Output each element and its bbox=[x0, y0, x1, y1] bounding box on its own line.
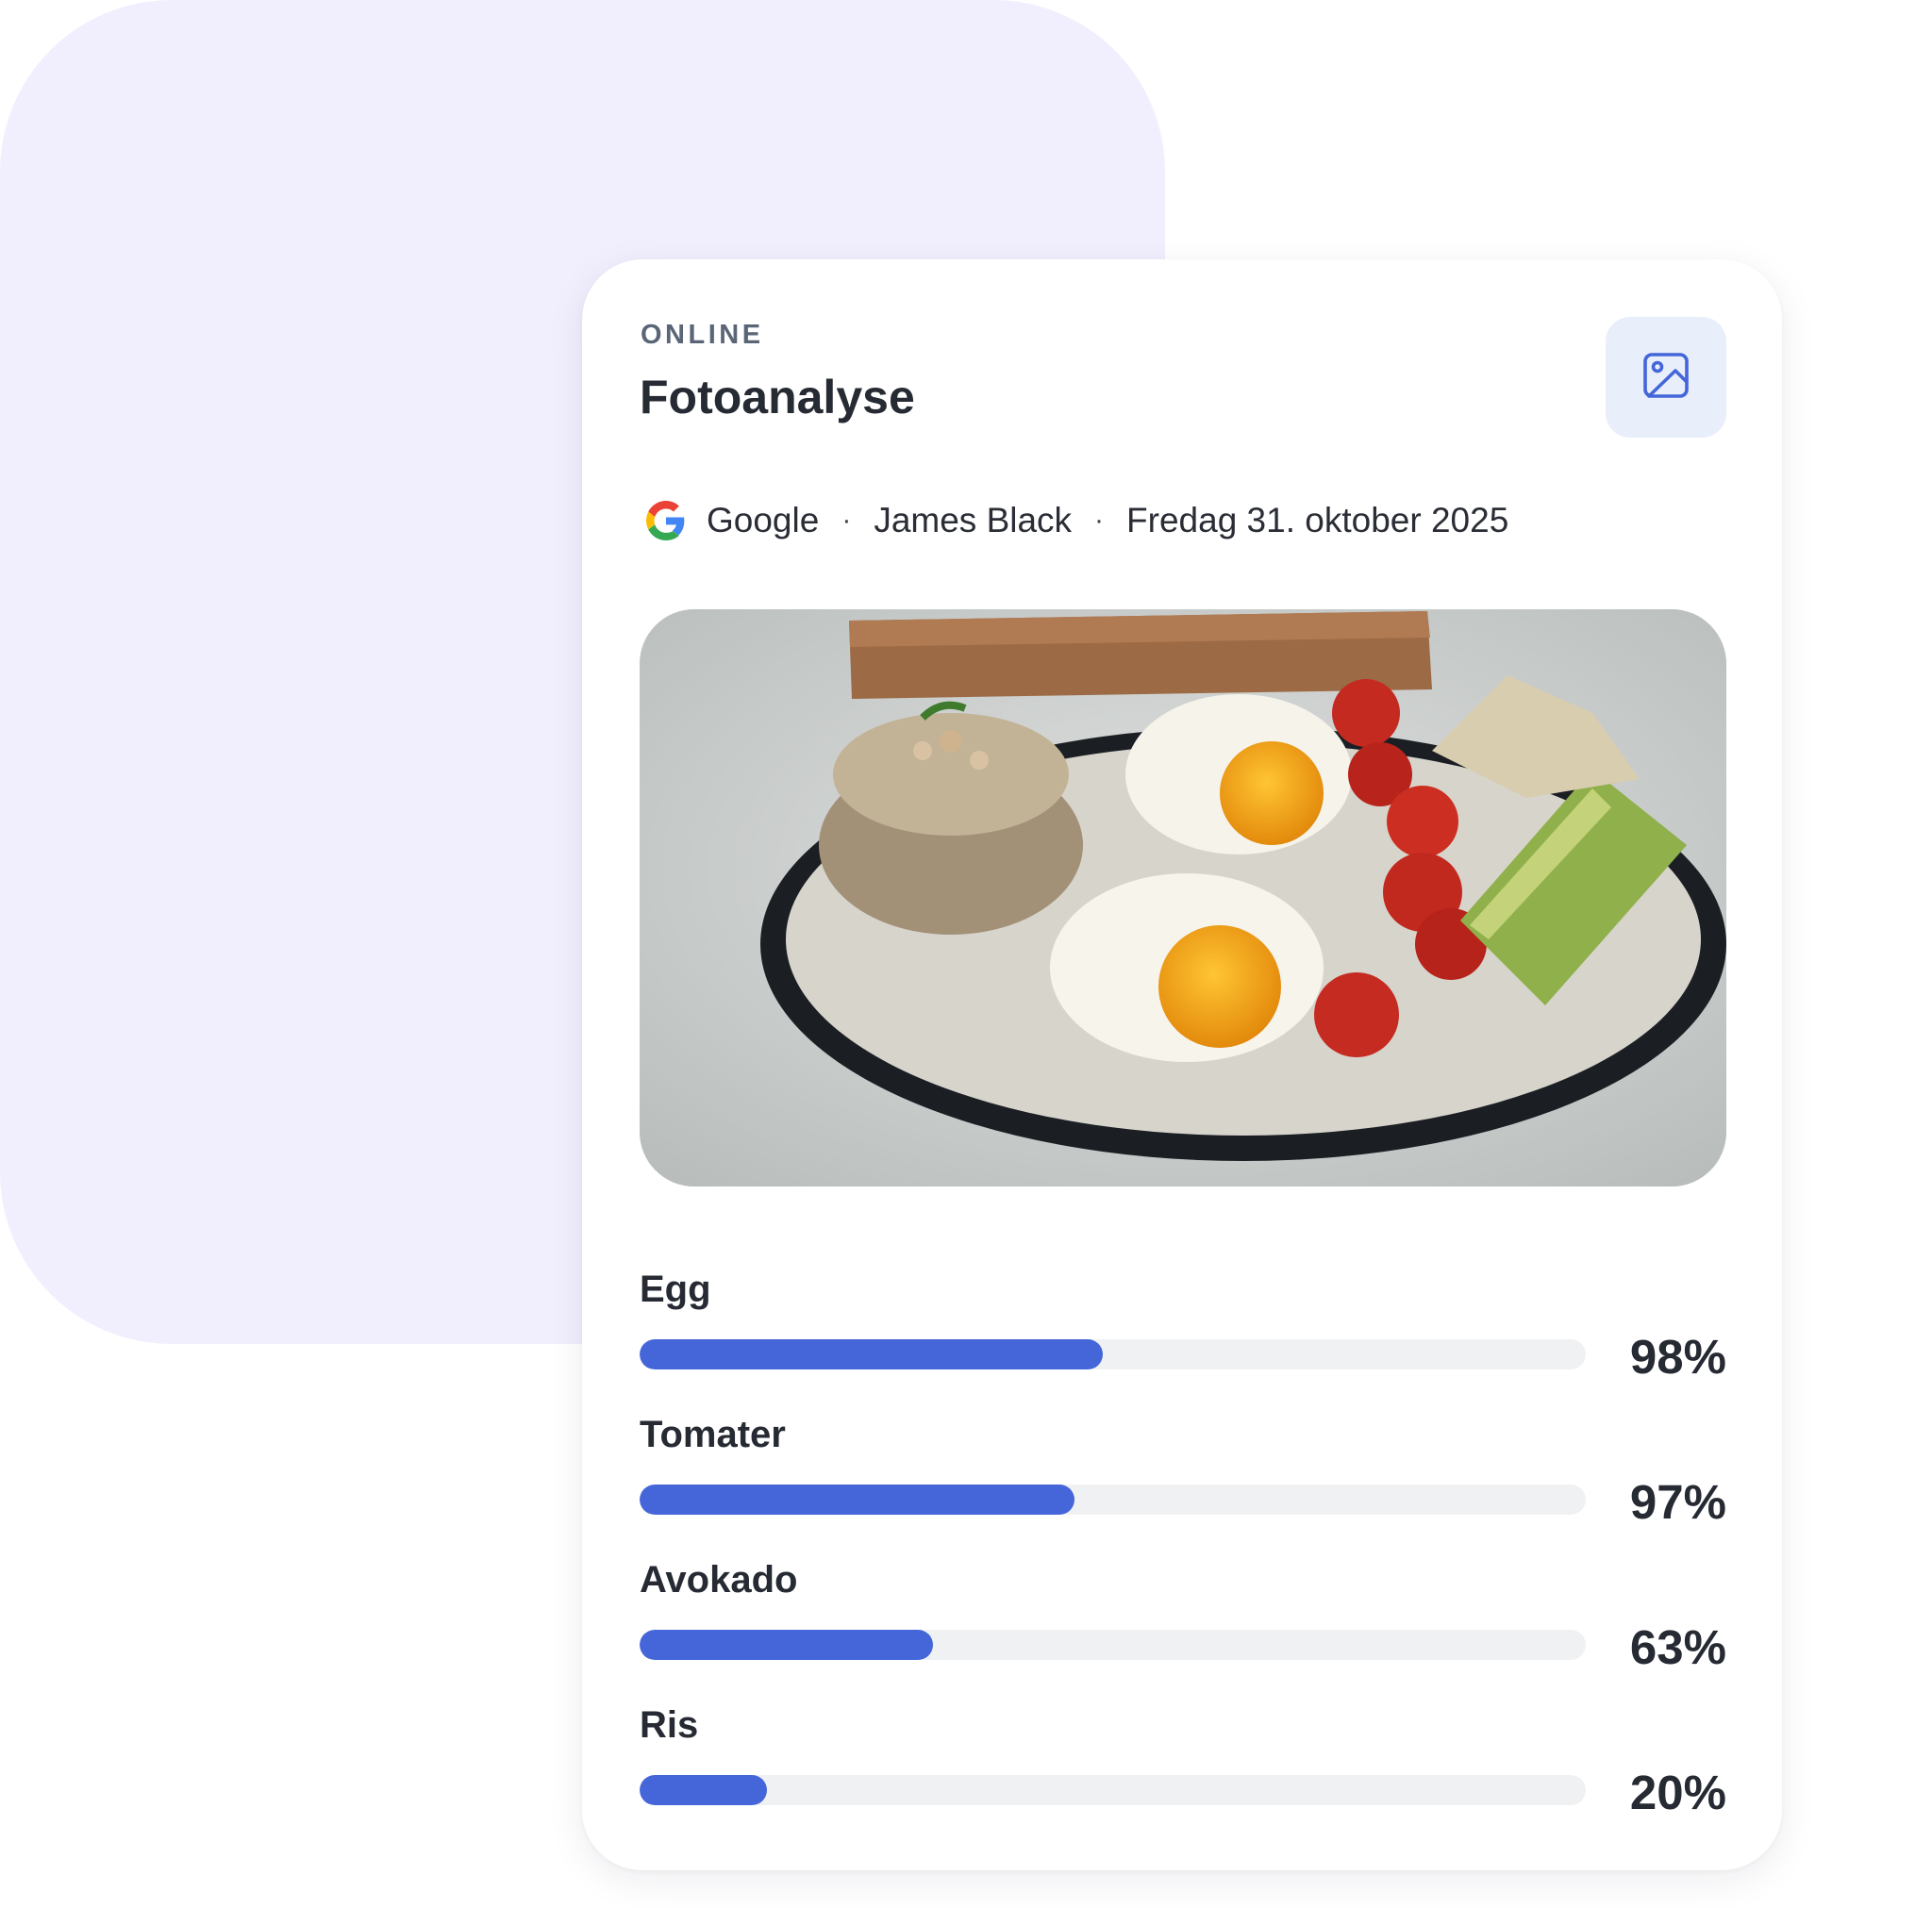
meta-separator: · bbox=[841, 505, 852, 536]
google-logo-icon bbox=[646, 501, 686, 540]
progress-track bbox=[640, 1485, 1586, 1515]
meta-row: Google · James Black · Fredag 31. oktobe… bbox=[646, 498, 1508, 543]
result-label: Tomater bbox=[640, 1414, 786, 1455]
result-percent: 98% bbox=[1629, 1330, 1726, 1384]
progress-track bbox=[640, 1630, 1586, 1660]
result-row: Ris 20% bbox=[640, 1704, 1726, 1850]
progress-fill bbox=[640, 1775, 768, 1805]
result-row: Tomater 97% bbox=[640, 1414, 1726, 1559]
meta-date: Fredag 31. oktober 2025 bbox=[1126, 501, 1509, 539]
card-title: Fotoanalyse bbox=[640, 371, 915, 423]
result-percent: 20% bbox=[1629, 1766, 1726, 1819]
result-label: Egg bbox=[640, 1269, 711, 1310]
result-percent: 97% bbox=[1629, 1475, 1726, 1529]
result-label: Ris bbox=[640, 1704, 699, 1746]
result-row: Avokado 63% bbox=[640, 1559, 1726, 1704]
result-row: Egg 98% bbox=[640, 1269, 1726, 1414]
meta-source: Google bbox=[707, 501, 820, 539]
progress-fill bbox=[640, 1630, 933, 1660]
result-percent: 63% bbox=[1629, 1620, 1726, 1674]
results-list: Egg 98% Tomater 97% Avokado 63% Ris 20% bbox=[640, 1269, 1726, 1850]
progress-fill bbox=[640, 1339, 1104, 1369]
status-kicker: ONLINE bbox=[641, 320, 764, 350]
photo-analysis-card: ONLINE Fotoanalyse Google · James Black … bbox=[582, 259, 1782, 1870]
progress-fill bbox=[640, 1485, 1075, 1515]
image-button[interactable] bbox=[1606, 317, 1726, 438]
progress-track bbox=[640, 1339, 1586, 1369]
progress-track bbox=[640, 1775, 1586, 1805]
meta-user: James Black bbox=[874, 501, 1073, 539]
image-icon bbox=[1641, 351, 1690, 405]
food-photo bbox=[640, 609, 1726, 1186]
meta-separator: · bbox=[1094, 505, 1105, 536]
result-label: Avokado bbox=[640, 1559, 798, 1601]
